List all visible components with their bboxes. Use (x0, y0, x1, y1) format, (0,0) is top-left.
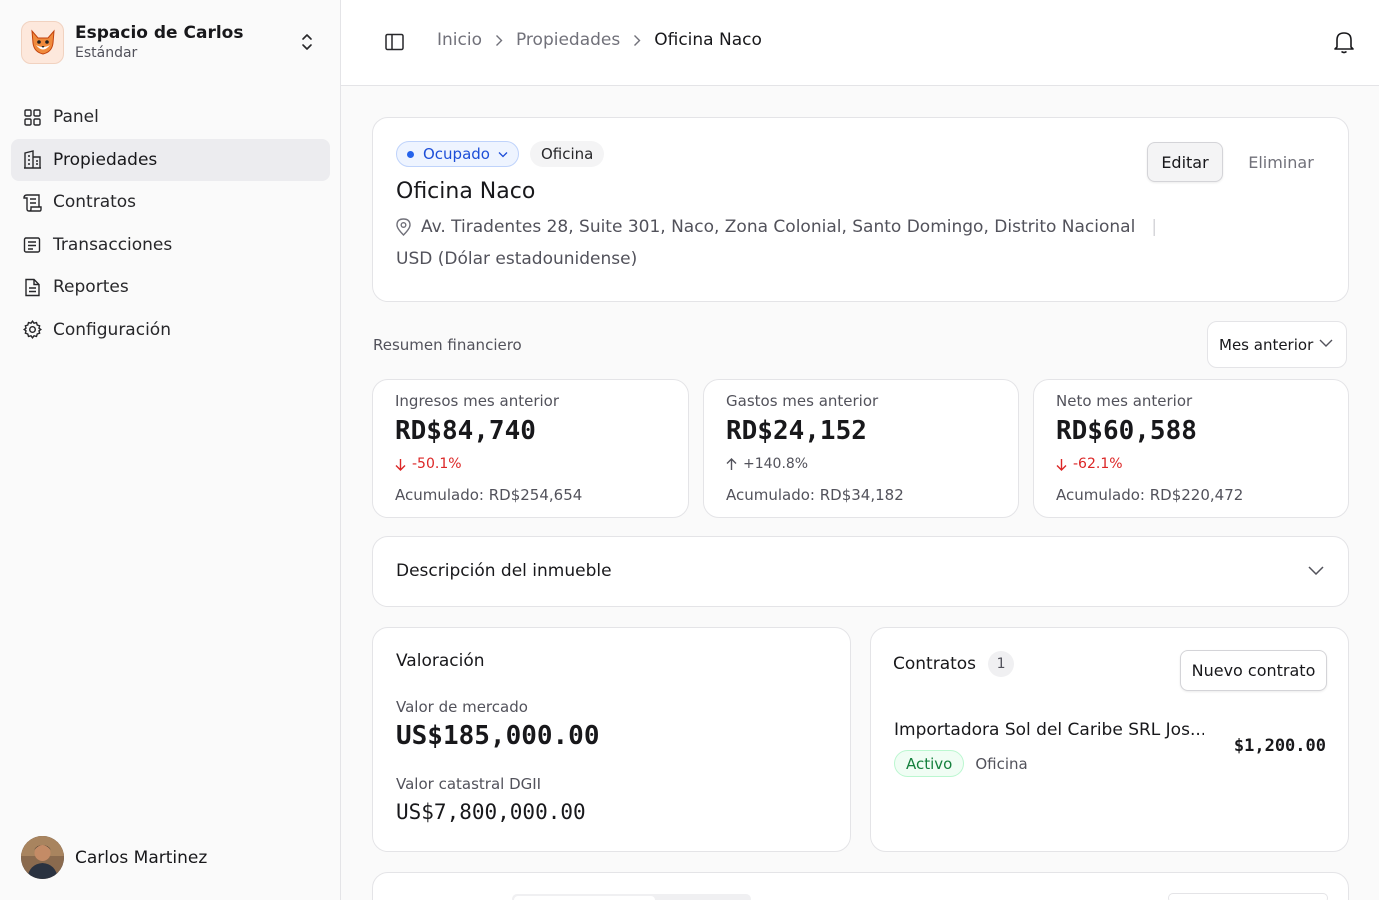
contracts-card: Contratos 1 Nuevo contrato Importadora S… (870, 627, 1349, 852)
type-badge: Oficina (529, 141, 605, 167)
bell-icon[interactable] (1333, 30, 1355, 54)
gear-icon (22, 320, 42, 340)
stat-value: RD$24,152 (726, 416, 867, 446)
stat-label: Ingresos mes anterior (395, 392, 560, 410)
main-content: Ocupado Oficina Oficina Naco Av. Tiraden… (341, 86, 1379, 900)
grid-icon (22, 107, 42, 127)
market-value-label: Valor de mercado (396, 698, 528, 716)
period-select[interactable]: Mes anterior (1207, 321, 1347, 368)
property-currency: USD (Dólar estadounidense) (396, 249, 638, 269)
building-icon (22, 150, 42, 170)
breadcrumb-current: Oficina Naco (654, 30, 762, 50)
sidebar-item-contratos[interactable]: Contratos (11, 181, 330, 223)
sidebar-item-label: Configuración (53, 319, 171, 340)
map-pin-icon (396, 218, 411, 236)
stat-card-neto: Neto mes anterior RD$60,588 -62.1% Acumu… (1033, 379, 1349, 518)
stat-card-gastos: Gastos mes anterior RD$24,152 +140.8% Ac… (703, 379, 1019, 518)
stat-change: -62.1% (1056, 456, 1123, 472)
chevrons-up-down-icon (297, 30, 317, 54)
valuation-title: Valoración (396, 651, 485, 671)
stat-card-ingresos: Ingresos mes anterior RD$84,740 -50.1% A… (372, 379, 689, 518)
valuation-card: Valoración Valor de mercado US$185,000.0… (372, 627, 851, 852)
sidebar-item-panel[interactable]: Panel (11, 96, 330, 138)
description-accordion[interactable]: Descripción del inmueble (372, 536, 1349, 607)
arrow-down-icon (395, 458, 406, 471)
arrow-up-icon (726, 457, 737, 471)
status-label: Ocupado (423, 145, 490, 163)
sidebar-item-label: Propiedades (53, 149, 158, 170)
sidebar-item-label: Panel (53, 107, 99, 127)
stat-change-value: +140.8% (743, 456, 809, 472)
chevron-down-icon (498, 151, 508, 158)
cadastral-value-label: Valor catastral DGII (396, 775, 542, 793)
chevron-right-icon (495, 34, 503, 47)
sidebar-item-label: Contratos (53, 192, 137, 213)
arrow-down-icon (1056, 458, 1067, 471)
next-section-card (372, 872, 1349, 900)
stat-accumulated: Acumulado: RD$254,654 (395, 486, 583, 504)
workspace-name: Espacio de Carlos (75, 22, 244, 43)
receipt-icon (22, 235, 42, 255)
chevron-down-icon (1308, 566, 1324, 575)
financial-summary-title: Resumen financiero (373, 336, 522, 354)
period-value: Mes anterior (1219, 335, 1314, 354)
workspace-plan: Estándar (75, 44, 138, 61)
avatar (21, 836, 64, 879)
workspace-logo (21, 20, 64, 64)
sidebar-item-reportes[interactable]: Reportes (11, 266, 330, 308)
contract-amount: $1,200.00 (1233, 736, 1326, 756)
breadcrumb: Inicio Propiedades Oficina Naco (437, 30, 762, 50)
file-text-icon (22, 277, 42, 297)
stat-value: RD$60,588 (1056, 416, 1197, 446)
stat-change-value: -50.1% (412, 456, 462, 472)
section-action-button[interactable] (1168, 893, 1328, 900)
sidebar: Espacio de Carlos Estándar Panel Propied… (0, 0, 341, 900)
sidebar-item-configuracion[interactable]: Configuración (11, 309, 330, 351)
workspace-switcher[interactable]: Espacio de Carlos Estándar (21, 20, 321, 64)
stat-change-value: -62.1% (1073, 456, 1123, 472)
scroll-icon (22, 192, 42, 212)
user-menu[interactable]: Carlos Martinez (21, 836, 207, 879)
user-name: Carlos Martinez (75, 847, 208, 868)
sidebar-item-label: Transacciones (53, 234, 173, 255)
contract-status-badge: Activo (894, 750, 965, 777)
breadcrumb-link-inicio[interactable]: Inicio (437, 30, 482, 50)
stat-change: -50.1% (395, 456, 462, 472)
sidebar-item-propiedades[interactable]: Propiedades (11, 138, 330, 181)
fox-logo-icon (30, 29, 55, 55)
description-title: Descripción del inmueble (396, 561, 612, 581)
contract-type: Oficina (975, 754, 1028, 773)
delete-button[interactable]: Eliminar (1239, 142, 1323, 182)
top-header: Inicio Propiedades Oficina Naco (341, 0, 1379, 86)
sidebar-item-label: Reportes (53, 277, 129, 298)
chevron-right-icon (633, 34, 641, 47)
stat-change: +140.8% (726, 456, 808, 472)
address-separator: | (1151, 217, 1158, 237)
segmented-control-active[interactable] (514, 896, 655, 900)
stat-accumulated: Acumulado: RD$220,472 (1056, 486, 1244, 504)
new-contract-button[interactable]: Nuevo contrato (1180, 650, 1327, 691)
stat-accumulated: Acumulado: RD$34,182 (726, 486, 904, 504)
sidebar-item-transacciones[interactable]: Transacciones (11, 224, 330, 266)
contracts-title: Contratos (893, 654, 977, 674)
page-title: Oficina Naco (396, 179, 536, 204)
edit-button[interactable]: Editar (1147, 142, 1223, 182)
breadcrumb-link-propiedades[interactable]: Propiedades (516, 30, 620, 50)
property-address: Av. Tiradentes 28, Suite 301, Naco, Zona… (396, 217, 1157, 237)
stat-label: Gastos mes anterior (726, 392, 879, 410)
contract-tenant[interactable]: Importadora Sol del Caribe SRL Jos... (894, 720, 1204, 740)
address-text: Av. Tiradentes 28, Suite 301, Naco, Zona… (421, 217, 1136, 237)
cadastral-value: US$7,800,000.00 (396, 800, 586, 824)
sidebar-toggle-icon[interactable] (385, 33, 405, 51)
property-card: Ocupado Oficina Oficina Naco Av. Tiraden… (372, 117, 1349, 302)
stat-value: RD$84,740 (395, 416, 536, 446)
sidebar-nav: Panel Propiedades Contratos Transaccione… (11, 96, 330, 352)
stat-label: Neto mes anterior (1056, 392, 1193, 410)
status-dot-icon (407, 150, 414, 158)
contracts-count-badge: 1 (988, 651, 1015, 677)
market-value: US$185,000.00 (396, 721, 600, 751)
status-dropdown[interactable]: Ocupado (396, 141, 519, 167)
chevron-down-icon (1319, 339, 1333, 347)
